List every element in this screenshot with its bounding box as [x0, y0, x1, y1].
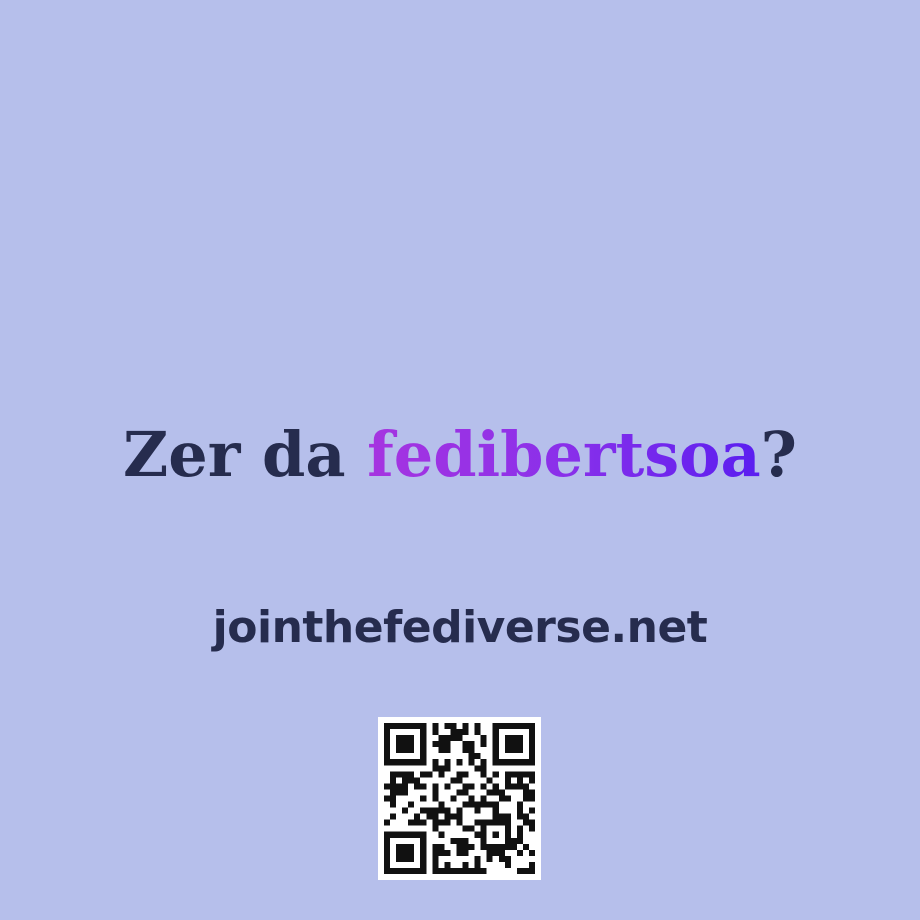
title-highlight: fedibertsoa: [367, 418, 761, 491]
title-suffix: ?: [760, 418, 797, 491]
qr-code: [378, 717, 541, 880]
website-url: jointhefediverse.net: [212, 602, 708, 653]
page-title: Zer da fedibertsoa?: [0, 412, 920, 498]
title-prefix: Zer da: [123, 418, 368, 491]
qr-code-icon: [384, 723, 535, 874]
